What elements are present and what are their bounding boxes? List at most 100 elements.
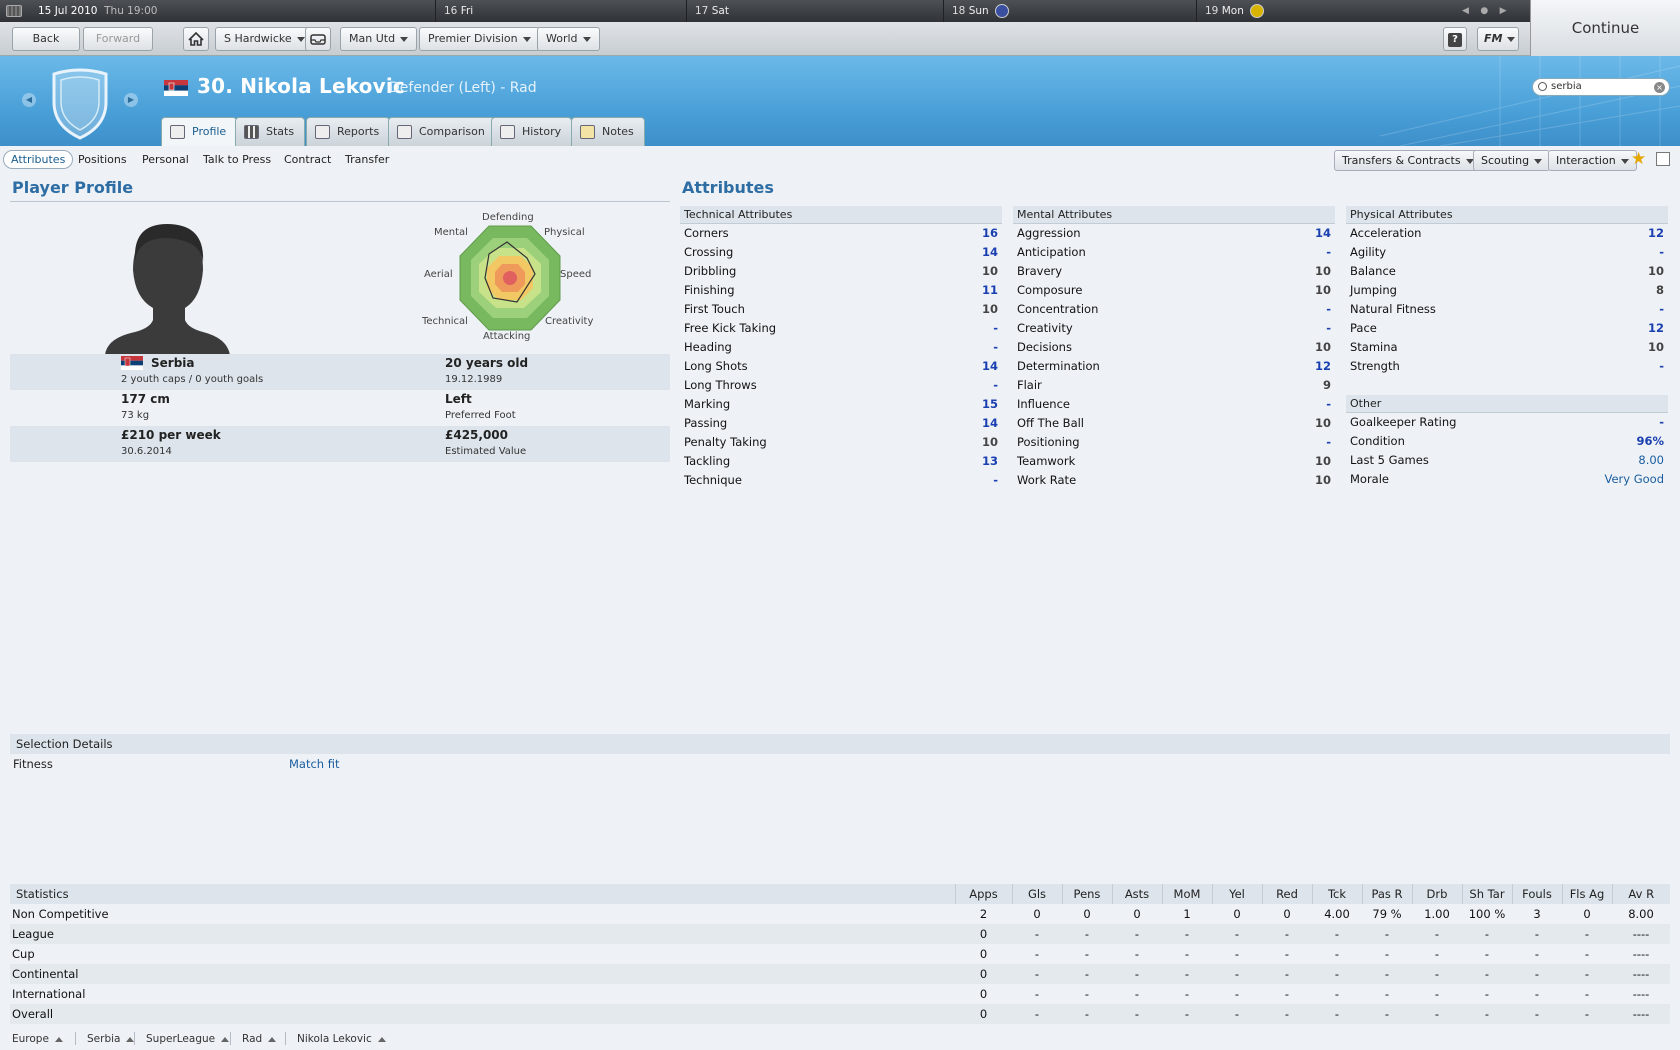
attribute-name: Balance	[1350, 264, 1396, 278]
attribute-value: -	[1659, 302, 1664, 316]
world-dropdown[interactable]: World	[537, 27, 600, 51]
tab-profile[interactable]: Profile	[161, 117, 238, 147]
attribute-value: 96%	[1636, 434, 1664, 448]
subnav-positions[interactable]: Positions	[71, 151, 134, 170]
tab-comparison[interactable]: Comparison	[388, 117, 496, 146]
column-header[interactable]: Fls Ag	[1561, 884, 1612, 904]
breadcrumb-item[interactable]: Rad	[242, 1033, 277, 1045]
column-header[interactable]: Apps	[954, 884, 1012, 904]
day-18[interactable]: 18 Sun	[943, 0, 1193, 22]
column-header[interactable]: Yel	[1211, 884, 1262, 904]
notes-icon	[580, 125, 595, 139]
attribute-name: Acceleration	[1350, 226, 1422, 240]
column-header[interactable]: Sh Tar	[1461, 884, 1512, 904]
column-header[interactable]: Tck	[1311, 884, 1362, 904]
inbox-button[interactable]	[305, 27, 331, 51]
manager-dropdown[interactable]: S Hardwicke	[215, 27, 314, 51]
column-header[interactable]: Fouls	[1511, 884, 1562, 904]
day-16[interactable]: 16 Fri	[435, 0, 685, 22]
table-cell: -	[1134, 947, 1140, 961]
subnav-transfer[interactable]: Transfer	[338, 151, 396, 170]
row-label: Non Competitive	[12, 907, 109, 921]
scouting-dropdown[interactable]: Scouting	[1473, 150, 1551, 171]
info-row-physique: 177 cm 73 kg Left Preferred Foot	[10, 390, 670, 426]
attribute-value: 8.00	[1638, 453, 1664, 467]
day-17[interactable]: 17 Sat	[686, 0, 936, 22]
attribute-value: 8	[1655, 283, 1664, 297]
home-button[interactable]	[183, 27, 209, 51]
breadcrumb-item[interactable]: SuperLeague	[146, 1033, 230, 1045]
column-header[interactable]: Drb	[1411, 884, 1462, 904]
table-cell: -	[1462, 964, 1512, 984]
radar-label-aerial: Aerial	[424, 269, 453, 280]
column-header[interactable]: Red	[1261, 884, 1312, 904]
chevron-up-icon	[268, 1036, 277, 1042]
help-button[interactable]: ?	[1443, 27, 1467, 51]
subnav-attributes[interactable]: Attributes	[3, 150, 74, 169]
breadcrumb-item[interactable]: Europe	[12, 1033, 63, 1045]
club-dropdown[interactable]: Man Utd	[340, 27, 418, 51]
column-header[interactable]: Av R	[1611, 884, 1670, 904]
forward-button[interactable]: Forward	[83, 27, 153, 51]
table-cell: 0	[1083, 907, 1091, 921]
preferred-foot-label: Preferred Foot	[445, 410, 516, 421]
tab-reports[interactable]: Reports	[306, 117, 391, 146]
back-button[interactable]: Back	[12, 27, 80, 51]
table-cell: -	[1162, 1004, 1212, 1024]
previous-player-button[interactable]: ◀	[22, 93, 36, 107]
fitness-value[interactable]: Match fit	[289, 754, 340, 774]
subnav-talk-to-press[interactable]: Talk to Press	[196, 151, 278, 170]
table-cell: -	[1312, 1004, 1362, 1024]
continue-button[interactable]: Continue	[1530, 0, 1680, 56]
star-icon[interactable]: ★	[1631, 150, 1646, 168]
breadcrumb-item[interactable]: Serbia	[87, 1033, 135, 1045]
clear-search-icon[interactable]: ×	[1654, 82, 1665, 93]
attribute-name: Morale	[1350, 472, 1390, 486]
next-player-button[interactable]: ▶	[124, 93, 138, 107]
toolbar: Back Forward S Hardwicke Man Utd Premier…	[0, 22, 1530, 56]
search-input[interactable]: serbia ×	[1532, 78, 1670, 96]
column-header[interactable]: MoM	[1161, 884, 1212, 904]
date-bar: 15 Jul 2010 Thu 19:00 16 Fri 17 Sat 18 S…	[0, 0, 1530, 22]
date-of-birth: 19.12.1989	[445, 374, 503, 385]
tab-history[interactable]: History	[491, 117, 573, 146]
column-header[interactable]: Pens	[1061, 884, 1112, 904]
table-cell: 100 %	[1468, 907, 1506, 921]
table-cell: -	[1012, 964, 1062, 984]
calendar-nav[interactable]: ◀ ● ▶	[1462, 0, 1522, 22]
table-cell: 0	[1233, 907, 1241, 921]
add-note-icon[interactable]	[1656, 152, 1670, 166]
table-cell: 2	[979, 907, 988, 921]
attribute-row: Balance 10	[1346, 262, 1668, 281]
attribute-row: Heading -	[680, 338, 1002, 357]
subnav-personal[interactable]: Personal	[135, 151, 196, 170]
fm-menu-button[interactable]: FM	[1477, 27, 1519, 51]
physical-attributes-panel: Physical Attributes Acceleration 12 Agilit…	[1346, 206, 1668, 489]
subnav-contract[interactable]: Contract	[277, 151, 338, 170]
attribute-value: 13	[981, 454, 998, 468]
day-19[interactable]: 19 Mon	[1196, 0, 1458, 22]
column-header[interactable]: Gls	[1011, 884, 1062, 904]
table-cell: -	[1312, 964, 1362, 984]
attribute-name: Determination	[1017, 359, 1100, 373]
divider	[285, 1032, 286, 1045]
table-cell: -	[1234, 947, 1240, 961]
attribute-name: Stamina	[1350, 340, 1398, 354]
tab-stats[interactable]: Stats	[235, 117, 306, 146]
breadcrumb-item[interactable]: Nikola Lekovic	[297, 1033, 386, 1045]
chevron-down-icon	[1507, 36, 1516, 42]
calendar-icon[interactable]	[6, 5, 22, 17]
table-cell: -	[1012, 924, 1062, 944]
transfers-contracts-dropdown[interactable]: Transfers & Contracts	[1334, 150, 1482, 171]
attribute-row: Stamina 10	[1346, 338, 1668, 357]
player-profile-title: Player Profile	[12, 178, 134, 197]
league-dropdown[interactable]: Premier Division	[419, 27, 540, 51]
table-cell: -	[1162, 964, 1212, 984]
nationality-value[interactable]: Serbia	[151, 356, 195, 370]
attribute-name: Composure	[1017, 283, 1083, 297]
tab-notes[interactable]: Notes	[571, 117, 645, 146]
interaction-dropdown[interactable]: Interaction	[1548, 150, 1637, 171]
column-header[interactable]: Pas R	[1361, 884, 1412, 904]
chevron-up-icon	[377, 1036, 386, 1042]
column-header[interactable]: Asts	[1111, 884, 1162, 904]
